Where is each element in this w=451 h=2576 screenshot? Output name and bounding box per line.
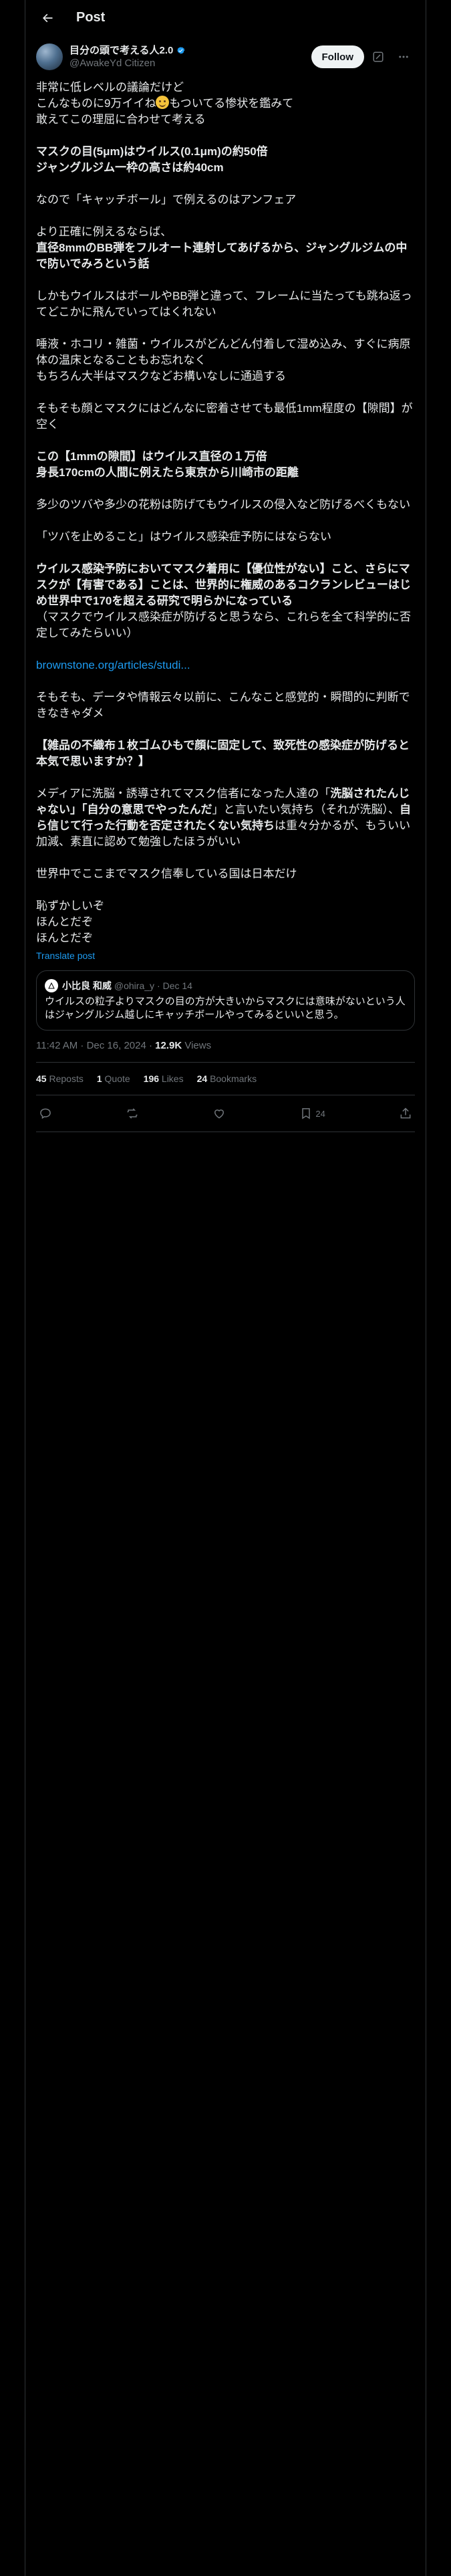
text-line: この【1mmの隙間】はウイルス直径の１万倍 — [36, 450, 267, 463]
paragraph: そもそも顔とマスクにはどんなに密着させても最低1mm程度の【隙間】が空く — [36, 402, 413, 431]
text-segment: 」と言いたい気持ち（それが洗脳）、 — [212, 803, 400, 816]
author-row: 目分の頭で考える人2.0 @AwakeYd Citizen Follow — [36, 43, 415, 70]
text-line: 身長170cmの人間に例えたら東京から川崎市の距離 — [36, 466, 299, 479]
views-label: Views — [182, 1040, 212, 1051]
paragraph: 【雑品の不織布１枚ゴムひもで顔に固定して、致死性の感染症が防げると本気で思います… — [36, 739, 410, 768]
text-segment: もついてる惨状を鑑みて — [169, 97, 294, 110]
paragraph: 多少のツバや多少の花粉は防げてもウイルスの侵入など防げるべくもない — [36, 498, 411, 511]
text-line: ウイルス感染予防においてマスク着用に【優位性がない】こと、さらにマスクが【有害で… — [36, 562, 411, 607]
paragraph: ウイルス感染予防においてマスク着用に【優位性がない】こと、さらにマスクが【有害で… — [36, 561, 415, 641]
grok-icon — [373, 51, 384, 62]
quote-header: 小比良 和威 @ohira_y · Dec 14 — [45, 979, 406, 992]
text-line: ほんとだぞ — [36, 932, 93, 944]
article-link[interactable]: brownstone.org/articles/studi... — [36, 659, 190, 671]
text-line: 唾液・ホコリ・雑菌・ウイルスがどんどん付着して湿め込み、すぐに病原体の温床となる… — [36, 338, 411, 366]
reply-button[interactable] — [39, 1102, 52, 1125]
repost-icon — [127, 1108, 138, 1119]
grok-button[interactable] — [367, 45, 390, 68]
quotes-count: 1 — [96, 1073, 102, 1084]
paragraph: より正確に例えるならば、 直径8mmのBB弾をフルオート連射してあげるから、ジャ… — [36, 224, 415, 272]
action-bar: 24 — [36, 1095, 415, 1132]
likes-stat[interactable]: 196 Likes — [144, 1073, 184, 1084]
text-line: 直径8mmのBB弾をフルオート連射してあげるから、ジャングルジムの中で防いでみろ… — [36, 241, 408, 270]
engagement-stats: 45 Reposts 1 Quote 196 Likes 24 Bookmark… — [36, 1063, 415, 1095]
avatar[interactable] — [36, 43, 63, 70]
paragraph: 恥ずかしいぞ ほんとだぞ ほんとだぞ — [36, 898, 415, 946]
quote-author-handle: @ohira_y — [114, 980, 155, 991]
text-line: ほんとだぞ — [36, 916, 93, 928]
text-line: ジャングルジム一枠の高さは約40cm — [36, 161, 224, 174]
bookmark-count: 24 — [315, 1108, 325, 1119]
paragraph: 唾液・ホコリ・雑菌・ウイルスがどんどん付着して湿め込み、すぐに病原体の温床となる… — [36, 336, 415, 385]
back-arrow-icon — [42, 13, 53, 22]
paragraph: 世界中でここまでマスク信奉している国は日本だけ — [36, 867, 297, 880]
paragraph: マスクの目(5μm)はウイルス(0.1μm)の約50倍 ジャングルジム一枠の高さ… — [36, 144, 415, 176]
like-icon — [214, 1109, 224, 1119]
reposts-count: 45 — [36, 1073, 47, 1084]
top-bar: Post — [25, 0, 426, 35]
quote-date: · Dec 14 — [157, 980, 192, 991]
tweet-text: 非常に低レベルの議論だけど こんなものに9万イイね もついてる惨状を鑑みて 敢えて… — [36, 80, 415, 946]
quotes-label: Quote — [104, 1073, 130, 1084]
views-count: 12.9K — [155, 1040, 182, 1051]
quote-author-name: 小比良 和威 — [62, 980, 112, 991]
paragraph: brownstone.org/articles/studi... — [36, 657, 415, 673]
paragraph: この【1mmの隙間】はウイルス直径の１万倍 身長170cmの人間に例えたら東京か… — [36, 449, 415, 481]
text-line: マスクの目(5μm)はウイルス(0.1μm)の約50倍 — [36, 145, 268, 158]
text-line: もちろん大半はマスクなどお構いなしに通過する — [36, 370, 286, 383]
bookmarks-count: 24 — [196, 1073, 208, 1084]
text-line: 敢えてこの理屈に合わせて考える — [36, 113, 206, 126]
author-handle[interactable]: @AwakeYd Citizen — [69, 57, 311, 70]
text-line: より正確に例えるならば、 — [36, 225, 172, 238]
text-line: こんなものに9万イイね もついてる惨状を鑑みて — [36, 96, 415, 112]
follow-button[interactable]: Follow — [311, 45, 364, 68]
reposts-label: Reposts — [49, 1073, 84, 1084]
more-button[interactable] — [392, 45, 415, 68]
bookmark-button[interactable]: 24 — [299, 1102, 325, 1125]
post-time[interactable]: 11:42 AM · Dec 16, 2024 · — [36, 1040, 155, 1051]
quoted-post[interactable]: 小比良 和威 @ohira_y · Dec 14 ウイルスの粒子よりマスクの目の… — [36, 970, 415, 1031]
author-info: 目分の頭で考える人2.0 @AwakeYd Citizen — [69, 44, 311, 70]
tweet: 目分の頭で考える人2.0 @AwakeYd Citizen Follow 非常に… — [25, 43, 426, 1132]
paragraph: そもそも、データや情報云々以前に、こんなこと感覚的・瞬間的に判断できなきゃダメ — [36, 691, 410, 720]
bookmarks-stat[interactable]: 24 Bookmarks — [197, 1073, 257, 1084]
text-segment: こんなものに9万イイね — [36, 97, 156, 110]
quote-avatar-glyph-icon — [48, 982, 55, 989]
text-line: 恥ずかしいぞ — [36, 899, 104, 912]
bookmark-icon — [302, 1108, 311, 1119]
paragraph: なので「キャッチボール」で例えるのはアンフェア — [36, 193, 297, 206]
text-segment: メディアに洗脳・誘導されてマスク信者になった人達の「 — [36, 787, 331, 800]
author-name[interactable]: 目分の頭で考える人2.0 — [69, 44, 186, 57]
paragraph: 「ツバを止めること」はウイルス感染症予防にはならない — [36, 530, 331, 543]
share-icon — [400, 1107, 411, 1119]
reply-icon — [40, 1108, 51, 1119]
likes-count: 196 — [143, 1073, 160, 1084]
text-line: （マスクでウイルス感染症が防げると思うなら、これらを全て科学的に否定してみたらい… — [36, 611, 411, 639]
post-timestamp: 11:42 AM · Dec 16, 2024 · 12.9K Views — [36, 1040, 415, 1063]
reposts-stat[interactable]: 45 Reposts — [36, 1073, 84, 1084]
text-line: 非常に低レベルの議論だけど — [36, 81, 184, 94]
more-icon — [399, 56, 408, 58]
quote-avatar — [45, 979, 58, 992]
page-title: Post — [76, 10, 106, 25]
quote-text: ウイルスの粒子よりマスクの目の方が大きいからマスクには意味がないという人はジャン… — [45, 996, 406, 1021]
bookmarks-label: Bookmarks — [210, 1073, 257, 1084]
translate-post-link[interactable]: Translate post — [36, 950, 415, 961]
likes-label: Likes — [161, 1073, 184, 1084]
back-button[interactable] — [36, 7, 59, 29]
smirk-emoji-icon — [156, 96, 170, 109]
main-column: Post 目分の頭で考える人2.0 @AwakeYd Citizen Follo… — [25, 0, 426, 2576]
paragraph: 非常に低レベルの議論だけど こんなものに9万イイね もついてる惨状を鑑みて 敢えて… — [36, 80, 415, 128]
like-button[interactable] — [212, 1102, 226, 1125]
repost-button[interactable] — [126, 1102, 139, 1125]
author-name-text: 目分の頭で考える人2.0 — [69, 45, 174, 56]
share-button[interactable] — [399, 1102, 412, 1125]
paragraph: メディアに洗脳・誘導されてマスク信者になった人達の「洗脳されたんじゃない」「自分… — [36, 786, 415, 850]
quotes-stat[interactable]: 1 Quote — [97, 1073, 130, 1084]
paragraph: しかもウイルスはボールやBB弾と違って、フレームに当たっても跳ね返ってどこかに飛… — [36, 290, 412, 318]
verified-badge-icon — [177, 47, 185, 54]
